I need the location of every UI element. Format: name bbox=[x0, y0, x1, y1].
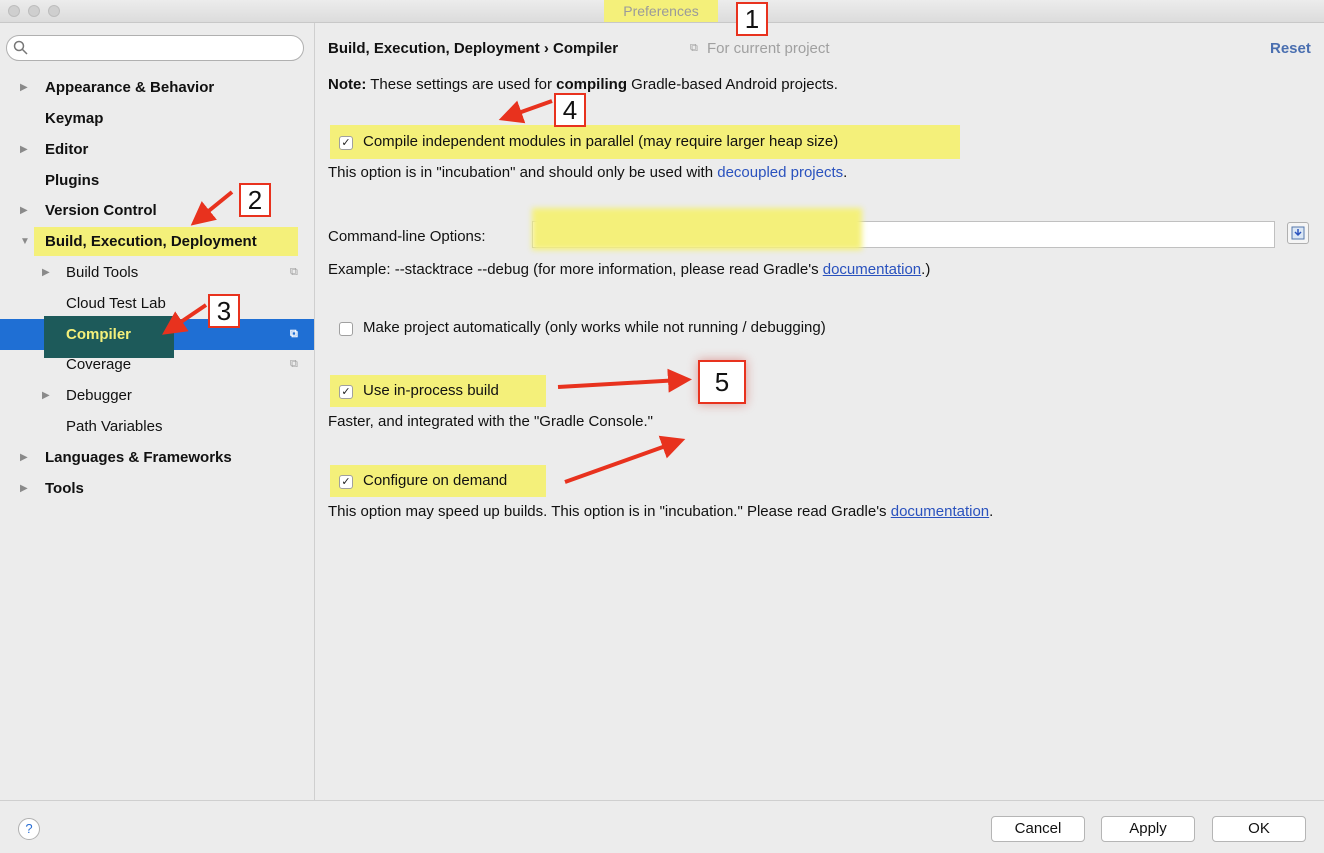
callout-2: 2 bbox=[239, 183, 271, 217]
callout-3: 3 bbox=[208, 294, 240, 328]
arrow-to-build-execution bbox=[190, 190, 234, 226]
help-icon[interactable]: ? bbox=[18, 818, 40, 840]
annotation-arrows bbox=[162, 99, 692, 484]
apply-button[interactable]: Apply bbox=[1101, 816, 1195, 842]
arrow-to-in-process bbox=[557, 368, 692, 393]
callout-4: 4 bbox=[554, 93, 586, 127]
arrow-to-parallel bbox=[498, 99, 553, 124]
ok-button[interactable]: OK bbox=[1212, 816, 1306, 842]
arrow-to-on-demand bbox=[564, 435, 686, 484]
callout-5: 5 bbox=[698, 360, 746, 404]
arrow-to-compiler bbox=[162, 303, 208, 335]
cancel-button[interactable]: Cancel bbox=[991, 816, 1085, 842]
callout-1: 1 bbox=[736, 2, 768, 36]
